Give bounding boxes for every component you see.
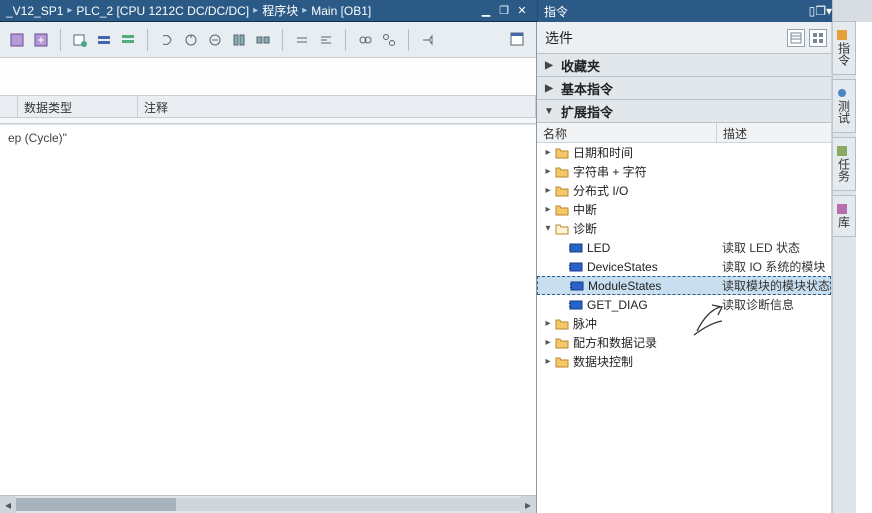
editor-toolbar: [0, 22, 536, 58]
tool-icon[interactable]: [354, 29, 376, 51]
block-icon: [569, 300, 583, 310]
tree-folder[interactable]: ▸日期和时间: [537, 143, 831, 162]
folder-icon: [555, 185, 569, 197]
expand-icon[interactable]: ▸: [541, 147, 555, 158]
folder-icon: [555, 356, 569, 368]
tree-folder[interactable]: ▸数据块控制: [537, 352, 831, 371]
folder-icon: [555, 318, 569, 330]
item-desc: 读取模块的模块状态: [722, 277, 830, 294]
tree-item-led[interactable]: LED读取 LED 状态: [537, 238, 831, 257]
tab-icon: [839, 146, 849, 156]
body-text: ep (Cycle)": [8, 131, 67, 145]
breadcrumb-bar: _V12_SP1 ▸ PLC_2 [CPU 1212C DC/DC/DC] ▸ …: [0, 0, 537, 22]
tool-icon[interactable]: [30, 29, 52, 51]
tool-icon[interactable]: [315, 29, 337, 51]
tool-icon[interactable]: [291, 29, 313, 51]
column-header: 数据类型 注释: [0, 96, 536, 118]
collapse-icon[interactable]: ▾: [541, 223, 555, 234]
viewmode-list-icon[interactable]: [787, 29, 805, 47]
chevron-right-icon: ▶: [543, 60, 555, 71]
item-desc: 读取诊断信息: [722, 296, 794, 313]
section-favorites[interactable]: ▶收藏夹: [537, 53, 831, 77]
panel-restore-icon[interactable]: ❐: [815, 4, 826, 18]
viewmode-grid-icon[interactable]: [809, 29, 827, 47]
window-restore-icon[interactable]: ❐: [497, 4, 511, 18]
col-datatype[interactable]: 数据类型: [18, 96, 138, 117]
tree-folder[interactable]: ▸中断: [537, 200, 831, 219]
tree-item-devicestates[interactable]: DeviceStates读取 IO 系统的模块: [537, 257, 831, 276]
instruction-tree: ▸日期和时间 ▸字符串 + 字符 ▸分布式 I/O ▸中断 ▾诊断 LED读取 …: [537, 143, 831, 513]
panel-collapse-icon[interactable]: ▯: [809, 4, 816, 18]
section-basic[interactable]: ▶基本指令: [537, 76, 831, 100]
instructions-panel: 选件 ▶收藏夹 ▶基本指令 ▼扩展指令 名称 描述 ▸日期和时间 ▸字符串 + …: [537, 22, 832, 513]
expand-icon[interactable]: ▸: [541, 337, 555, 348]
tree-item-modulestates[interactable]: ModuleStates读取模块的模块状态: [537, 276, 831, 295]
tab-icon: [839, 30, 849, 40]
tool-icon[interactable]: [69, 29, 91, 51]
sidetab-test[interactable]: 测试: [833, 79, 856, 133]
col-desc[interactable]: 描述: [717, 123, 831, 142]
block-icon: [569, 243, 583, 253]
editor-body[interactable]: ep (Cycle)": [0, 124, 536, 495]
expand-icon[interactable]: ▸: [541, 166, 555, 177]
options-header: 选件: [537, 22, 831, 54]
tool-icon[interactable]: [417, 29, 439, 51]
tab-icon: [839, 88, 849, 98]
tree-item-getdiag[interactable]: GET_DIAG读取诊断信息: [537, 295, 831, 314]
chevron-down-icon: ▼: [543, 106, 555, 117]
tool-icon[interactable]: [93, 29, 115, 51]
block-icon: [569, 262, 583, 272]
tool-icon[interactable]: [156, 29, 178, 51]
tree-folder[interactable]: ▸脉冲: [537, 314, 831, 333]
section-extended[interactable]: ▼扩展指令: [537, 99, 831, 123]
tool-icon[interactable]: [180, 29, 202, 51]
col-name[interactable]: 名称: [537, 123, 717, 142]
tree-folder[interactable]: ▸分布式 I/O: [537, 181, 831, 200]
item-desc: 读取 IO 系统的模块: [722, 258, 825, 275]
folder-open-icon: [555, 223, 569, 235]
editor-pane: 数据类型 注释 ep (Cycle)" ◂ ▸: [0, 22, 537, 513]
expand-icon[interactable]: ▸: [541, 318, 555, 329]
tool-icon[interactable]: [117, 29, 139, 51]
tree-folder[interactable]: ▸配方和数据记录: [537, 333, 831, 352]
breadcrumb-item[interactable]: Main [OB1]: [307, 4, 375, 18]
expand-icon[interactable]: ▸: [541, 356, 555, 367]
window-close-icon[interactable]: ✕: [515, 4, 529, 18]
breadcrumb-item[interactable]: _V12_SP1: [2, 4, 67, 18]
folder-icon: [555, 337, 569, 349]
folder-icon: [555, 204, 569, 216]
window-min-icon[interactable]: ▁: [479, 4, 493, 18]
item-desc: 读取 LED 状态: [722, 239, 800, 256]
tool-icon[interactable]: [228, 29, 250, 51]
chevron-right-icon: ▶: [543, 83, 555, 94]
folder-icon: [555, 147, 569, 159]
col-comment[interactable]: 注释: [138, 96, 536, 117]
breadcrumb-item[interactable]: 程序块: [258, 2, 302, 19]
expand-icon[interactable]: ▸: [541, 185, 555, 196]
options-label: 选件: [545, 28, 573, 48]
folder-icon: [555, 166, 569, 178]
sidetab-instructions[interactable]: 指令: [833, 21, 856, 75]
tree-header: 名称 描述: [537, 123, 831, 143]
expand-icon[interactable]: ▸: [541, 204, 555, 215]
tool-icon[interactable]: [378, 29, 400, 51]
sidetab-library[interactable]: 库: [833, 195, 856, 237]
tool-icon[interactable]: [204, 29, 226, 51]
tree-folder[interactable]: ▸字符串 + 字符: [537, 162, 831, 181]
block-icon: [570, 281, 584, 291]
panel-title-label: 指令: [544, 3, 568, 20]
side-tab-strip: 指令 测试 任务 库: [832, 22, 856, 513]
detach-panel-icon[interactable]: [506, 28, 528, 50]
tool-icon[interactable]: [252, 29, 274, 51]
horizontal-scrollbar[interactable]: ◂ ▸: [0, 495, 536, 513]
tree-folder-diag[interactable]: ▾诊断: [537, 219, 831, 238]
tool-icon[interactable]: [6, 29, 28, 51]
breadcrumb-item[interactable]: PLC_2 [CPU 1212C DC/DC/DC]: [72, 4, 253, 18]
tab-icon: [839, 204, 849, 214]
sidetab-task[interactable]: 任务: [833, 137, 856, 191]
right-panel-title: 指令 ▯ ❐ ▾: [537, 0, 832, 22]
